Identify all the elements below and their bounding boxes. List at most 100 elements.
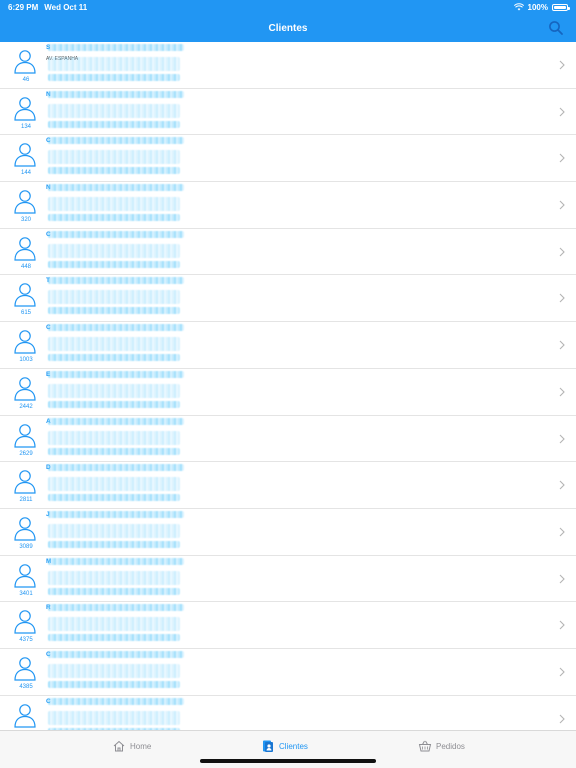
redacted-name <box>48 604 184 612</box>
redacted-phone <box>48 634 180 642</box>
client-row[interactable]: 134 N <box>0 89 576 136</box>
redacted-name <box>48 230 184 238</box>
redacted-phone <box>48 680 180 688</box>
chevron-right-icon <box>559 60 565 70</box>
redacted-address <box>48 290 180 305</box>
redacted-phone <box>48 540 180 548</box>
redacted-address <box>48 383 180 398</box>
client-row[interactable]: 615 T <box>0 275 576 323</box>
redacted-name <box>48 44 184 51</box>
client-code: 2811 <box>19 497 33 504</box>
client-row[interactable]: 4375 R <box>0 602 576 649</box>
client-code: 3089 <box>19 543 33 550</box>
chevron-right-icon <box>559 200 565 210</box>
redacted-address <box>48 430 180 445</box>
client-row[interactable]: 4385 C <box>0 649 576 696</box>
redacted-phone <box>48 260 180 268</box>
chevron-right-icon <box>559 294 565 303</box>
client-code: 4385 <box>19 683 33 690</box>
client-row[interactable]: 1003 C <box>0 322 576 369</box>
redacted-address <box>48 570 180 585</box>
redacted-address <box>48 150 180 165</box>
status-bar: 6:29 PM Wed Oct 11 100% <box>0 0 576 14</box>
battery-icon <box>552 3 570 11</box>
person-outline-icon <box>14 330 36 354</box>
tab-pedidos-label: Pedidos <box>436 741 465 751</box>
client-code: 2629 <box>19 450 33 457</box>
chevron-right-icon <box>559 527 565 537</box>
person-outline-icon <box>14 657 36 681</box>
client-row[interactable]: 2442 E <box>0 369 576 416</box>
redacted-address <box>48 477 180 492</box>
home-icon <box>113 740 125 752</box>
redacted-phone <box>48 74 180 81</box>
redacted-address <box>48 57 180 71</box>
client-code: 134 <box>20 123 31 130</box>
chevron-right-icon <box>559 153 565 163</box>
client-list[interactable]: 46 S AV. ESPANHA 134 N 144 C <box>0 42 576 730</box>
client-row[interactable]: 448 C <box>0 229 576 276</box>
redacted-name <box>48 417 184 425</box>
redacted-phone <box>48 587 180 595</box>
tab-bar: Home Clientes Pedidos <box>0 730 576 768</box>
chevron-right-icon <box>559 387 565 397</box>
person-outline-icon <box>14 517 36 541</box>
redacted-address <box>48 103 180 118</box>
client-code: 4375 <box>19 637 33 644</box>
redacted-address <box>48 523 180 538</box>
redacted-phone <box>48 307 180 315</box>
wifi-icon <box>513 3 524 11</box>
redacted-name <box>48 277 184 285</box>
search-icon[interactable] <box>548 20 564 36</box>
client-code: 320 <box>20 217 31 224</box>
client-row[interactable]: C <box>0 696 576 730</box>
client-code: 1003 <box>19 357 33 364</box>
battery-percent: 100% <box>527 2 548 12</box>
redacted-name <box>48 557 184 565</box>
tab-clientes[interactable]: Clientes <box>261 737 308 755</box>
tab-home[interactable]: Home <box>112 737 151 755</box>
person-outline-icon <box>14 50 36 74</box>
nav-bar: Clientes <box>0 14 576 42</box>
client-code: 144 <box>20 170 31 177</box>
redacted-phone <box>48 354 180 362</box>
client-row[interactable]: 320 N <box>0 182 576 229</box>
redacted-name <box>48 464 184 472</box>
redacted-phone <box>48 214 180 222</box>
home-indicator <box>200 759 376 763</box>
redacted-name <box>48 697 184 705</box>
client-code: 448 <box>20 263 31 270</box>
redacted-address <box>48 617 180 632</box>
redacted-phone <box>48 167 180 175</box>
client-row[interactable]: 3401 M <box>0 556 576 603</box>
chevron-right-icon <box>559 574 565 583</box>
redacted-name <box>48 324 184 332</box>
person-outline-icon <box>14 703 36 728</box>
client-row[interactable]: 144 C <box>0 135 576 183</box>
chevron-right-icon <box>559 714 565 724</box>
client-row[interactable]: 46 S AV. ESPANHA <box>0 42 576 89</box>
chevron-right-icon <box>559 340 565 350</box>
client-row[interactable]: 2629 A <box>0 416 576 463</box>
redacted-name <box>48 370 184 378</box>
person-outline-icon <box>14 283 36 308</box>
status-date: Wed Oct 11 <box>44 2 88 12</box>
redacted-address <box>48 337 180 352</box>
redacted-address <box>48 710 180 725</box>
chevron-right-icon <box>559 667 565 677</box>
client-row[interactable]: 2811 D <box>0 462 576 509</box>
chevron-right-icon <box>559 480 565 490</box>
person-outline-icon <box>14 377 36 401</box>
chevron-right-icon <box>559 107 565 117</box>
redacted-phone <box>48 120 180 128</box>
redacted-name <box>48 510 184 518</box>
tab-pedidos[interactable]: Pedidos <box>418 737 465 755</box>
client-code: 46 <box>22 77 30 83</box>
redacted-address <box>48 197 180 212</box>
chevron-right-icon <box>559 620 565 630</box>
client-row[interactable]: 3089 J <box>0 509 576 556</box>
person-outline-icon <box>14 96 36 121</box>
status-right: 100% <box>513 2 570 12</box>
page-title: Clientes <box>268 22 308 34</box>
person-outline-icon <box>14 470 36 494</box>
